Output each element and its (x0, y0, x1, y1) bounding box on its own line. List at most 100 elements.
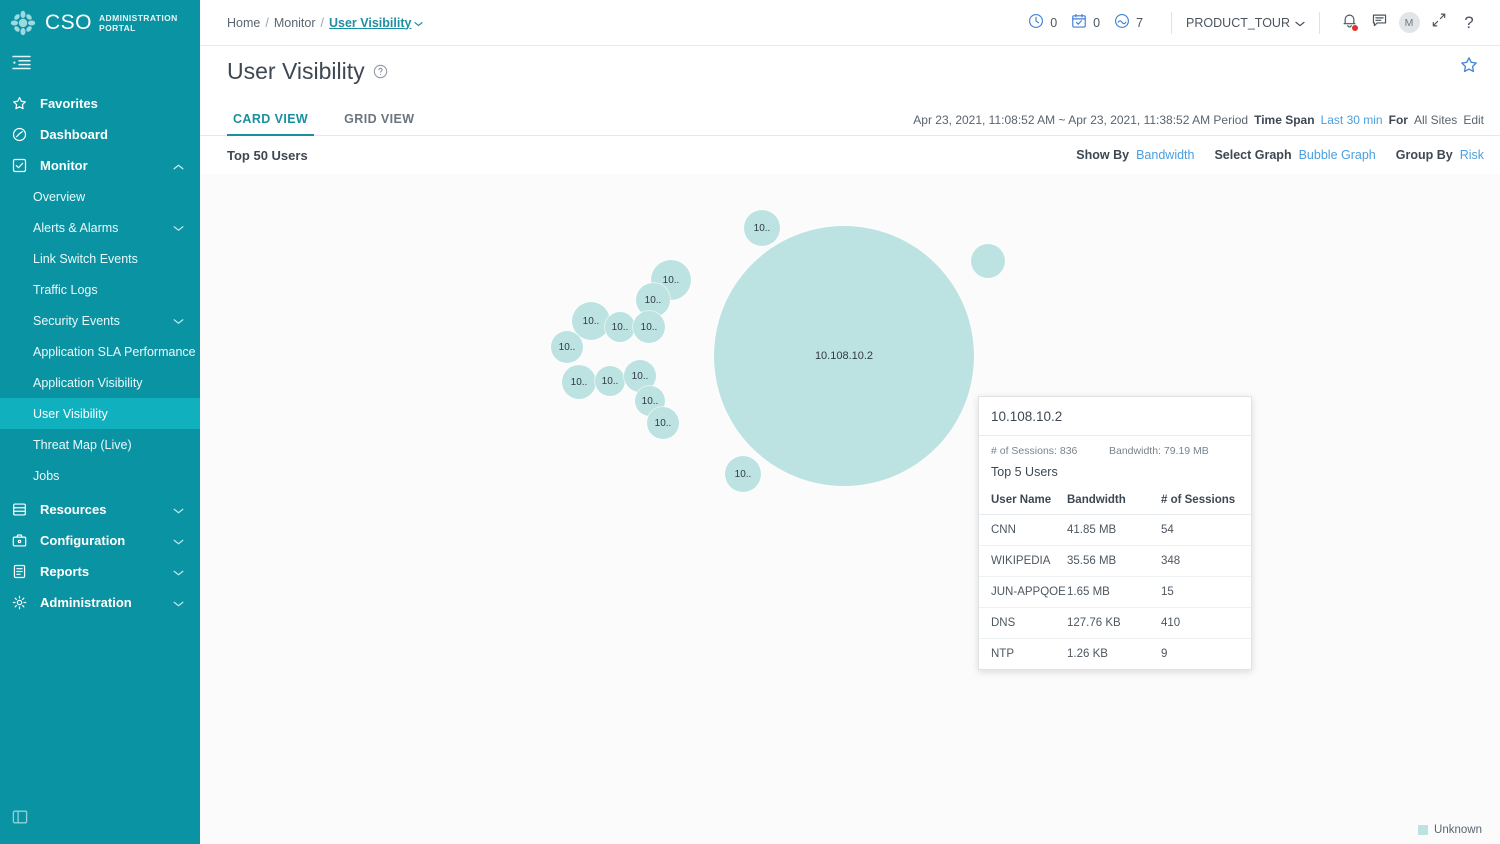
table-row: JUN-APPQOE 1.65 MB 15 (979, 577, 1251, 608)
cell-sessions: 410 (1161, 608, 1251, 639)
sidebar-item-label: Monitor (40, 158, 88, 173)
bubble-item[interactable]: 10.. (595, 366, 625, 396)
sidebar-item-traffic-logs[interactable]: Traffic Logs (0, 274, 200, 305)
bubble-primary[interactable]: 10.108.10.2 (714, 226, 974, 486)
sidebar-item-threat-map-live[interactable]: Threat Map (Live) (0, 429, 200, 460)
sidebar-item-alerts-alarms[interactable]: Alerts & Alarms (0, 212, 200, 243)
help-button[interactable]: ? (1454, 8, 1484, 38)
chevron-down-icon (173, 595, 184, 610)
sidebar-panel-toggle-button[interactable] (12, 809, 28, 830)
sidebar-item-link-switch-events[interactable]: Link Switch Events (0, 243, 200, 274)
bubble-item[interactable]: 10.. (605, 312, 635, 342)
breadcrumb-user-visibility[interactable]: User Visibility (329, 16, 423, 30)
breadcrumb-current-label: User Visibility (329, 16, 411, 30)
divider (1171, 12, 1172, 34)
select-graph-value[interactable]: Bubble Graph (1299, 148, 1376, 162)
bubble-label: 10.. (642, 396, 659, 407)
chart-filters: Show By Bandwidth Select Graph Bubble Gr… (1076, 148, 1484, 162)
bubble-label: 10.. (735, 469, 752, 480)
sidebar-item-monitor[interactable]: Monitor (0, 150, 200, 181)
chevron-down-icon (414, 16, 423, 30)
tenant-selector[interactable]: PRODUCT_TOUR (1186, 16, 1305, 30)
table-row: NTP 1.26 KB 9 (979, 639, 1251, 670)
bubble-item[interactable]: 10.. (744, 210, 780, 246)
sidebar-item-application-sla-performance[interactable]: Application SLA Performance (0, 336, 200, 367)
tenant-label: PRODUCT_TOUR (1186, 16, 1290, 30)
panel-layout-icon (12, 812, 28, 829)
table-row: WIKIPEDIA 35.56 MB 348 (979, 546, 1251, 577)
sidebar-item-label: Administration (40, 595, 132, 610)
main-content: Home / Monitor / User Visibility (200, 0, 1500, 844)
legend-swatch (1418, 825, 1428, 835)
sidebar-item-overview[interactable]: Overview (0, 181, 200, 212)
sidebar-item-application-visibility[interactable]: Application Visibility (0, 367, 200, 398)
sidebar-item-label: Configuration (40, 533, 125, 548)
tab-card-view[interactable]: CARD VIEW (227, 112, 314, 136)
tooltip-title: 10.108.10.2 (979, 397, 1251, 436)
tooltip-subtitle: Top 5 Users (979, 457, 1251, 488)
sidebar-item-security-events[interactable]: Security Events (0, 305, 200, 336)
edit-sites-link[interactable]: Edit (1463, 113, 1484, 127)
table-row: DNS 127.76 KB 410 (979, 608, 1251, 639)
brand[interactable]: CSO ADMINISTRATION PORTAL (0, 0, 200, 46)
column-sessions: # of Sessions (1161, 488, 1251, 515)
monitor-icon (12, 158, 32, 173)
group-by-value[interactable]: Risk (1460, 148, 1484, 162)
stat-pending[interactable]: 0 (1028, 13, 1057, 32)
cell-user: CNN (979, 515, 1067, 546)
resources-icon (12, 502, 32, 517)
bubble-item[interactable] (971, 244, 1005, 278)
sidebar-item-administration[interactable]: Administration (0, 587, 200, 618)
bubble-tooltip: 10.108.10.2 # of Sessions: 836 Bandwidth… (978, 396, 1252, 670)
bubble-item[interactable]: 10.. (633, 311, 665, 343)
bubble-label: 10.. (663, 275, 680, 286)
question-circle-icon[interactable] (373, 58, 388, 85)
bubble-label: 10.. (655, 418, 672, 429)
sidebar-item-favorites[interactable]: Favorites (0, 88, 200, 119)
for-label: For (1389, 113, 1408, 127)
sidebar-item-dashboard[interactable]: Dashboard (0, 119, 200, 150)
sidebar-item-jobs[interactable]: Jobs (0, 460, 200, 491)
legend-label: Unknown (1434, 824, 1482, 836)
cell-sessions: 15 (1161, 577, 1251, 608)
chevron-up-icon (173, 158, 184, 173)
time-span-label: Time Span (1254, 113, 1314, 127)
cell-user: JUN-APPQOE (979, 577, 1067, 608)
menu-collapse-icon (12, 55, 31, 75)
stat-alerts[interactable]: 7 (1114, 13, 1143, 32)
user-account-button[interactable]: M (1394, 8, 1424, 38)
divider (1319, 12, 1320, 34)
star-outline-icon (1460, 61, 1478, 78)
sidebar-item-user-visibility[interactable]: User Visibility (0, 398, 200, 429)
bubble-label: 10.. (583, 316, 600, 327)
bubble-item[interactable]: 10.. (551, 331, 583, 363)
sidebar-item-label: Traffic Logs (33, 283, 98, 297)
bubble-item[interactable]: 10.. (647, 407, 679, 439)
bubble-item[interactable]: 10.. (725, 456, 761, 492)
cell-sessions: 54 (1161, 515, 1251, 546)
fullscreen-button[interactable] (1424, 8, 1454, 38)
breadcrumb-monitor[interactable]: Monitor (274, 16, 316, 30)
bookmark-button[interactable] (1460, 56, 1478, 79)
breadcrumb-separator: / (321, 16, 324, 30)
show-by-value[interactable]: Bandwidth (1136, 148, 1194, 162)
sidebar-item-label: Dashboard (40, 127, 108, 142)
tooltip-sessions: # of Sessions: 836 (991, 445, 1109, 457)
sidebar-item-configuration[interactable]: Configuration (0, 525, 200, 556)
stat-scheduled[interactable]: 0 (1071, 13, 1100, 32)
bubble-label: 10.. (754, 223, 771, 234)
period-range: Apr 23, 2021, 11:08:52 AM ~ Apr 23, 2021… (913, 113, 1248, 127)
time-span-value[interactable]: Last 30 min (1321, 113, 1383, 127)
sidebar-item-reports[interactable]: Reports (0, 556, 200, 587)
sidebar-item-resources[interactable]: Resources (0, 494, 200, 525)
bubble-item[interactable]: 10.. (562, 365, 596, 399)
page-title: User Visibility (227, 58, 388, 85)
tab-grid-view[interactable]: GRID VIEW (338, 112, 420, 136)
column-user-name: User Name (979, 488, 1067, 515)
sidebar-collapse-button[interactable] (0, 46, 200, 84)
chevron-down-icon (173, 502, 184, 517)
breadcrumb-home[interactable]: Home (227, 16, 260, 30)
messages-button[interactable] (1364, 8, 1394, 38)
notifications-button[interactable] (1334, 8, 1364, 38)
brand-subtitle-line2: PORTAL (99, 23, 178, 33)
